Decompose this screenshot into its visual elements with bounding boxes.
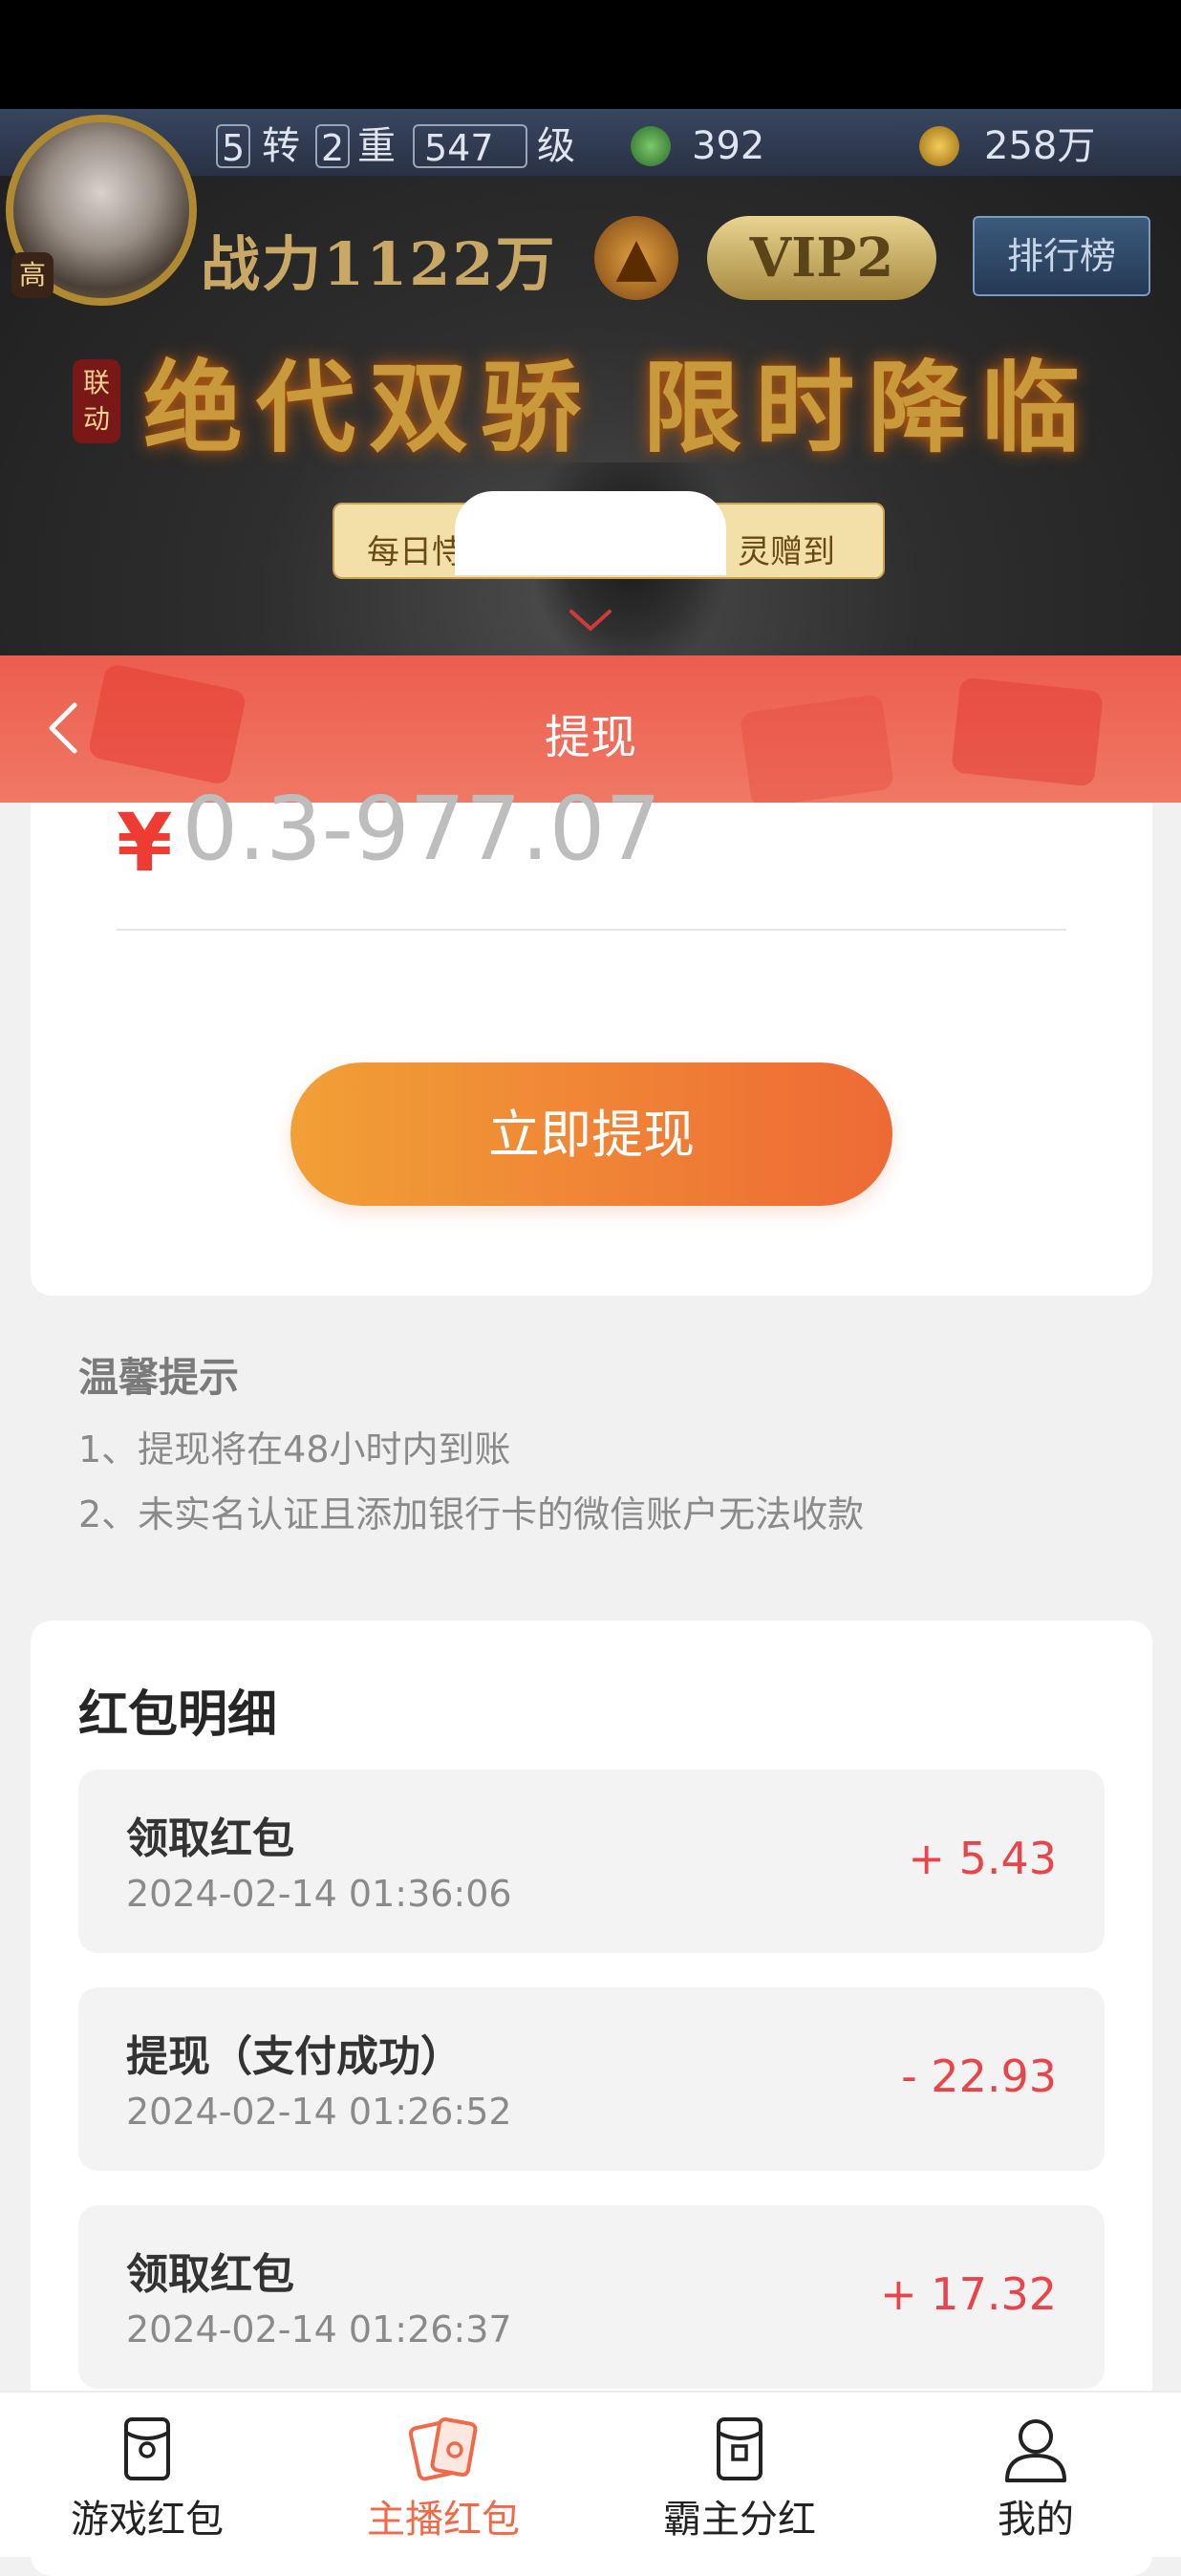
amount-placeholder: 0.3-977.07 bbox=[182, 785, 661, 880]
level-b-value: 2 bbox=[315, 124, 350, 169]
record-item[interactable]: 领取红包 2024-02-14 01:36:06 + 5.43 bbox=[78, 1770, 1105, 1953]
tip-item: 2、未实名认证且添加银行卡的微信账户无法收款 bbox=[78, 1493, 865, 1535]
event-badge[interactable]: 联动 bbox=[73, 359, 120, 443]
game-redpacket-icon bbox=[124, 2417, 170, 2480]
record-title: 领取红包 bbox=[126, 2250, 294, 2299]
tab-overlord-dividend[interactable]: 霸主分红 bbox=[596, 2393, 883, 2557]
tab-game-redpacket[interactable]: 游戏红包 bbox=[4, 2393, 290, 2557]
event-title: 绝代双骄 限时降临 bbox=[143, 349, 1094, 466]
level-c-unit: 级 bbox=[537, 124, 575, 168]
amount-divider bbox=[117, 929, 1066, 931]
level-b-unit: 重 bbox=[357, 124, 396, 168]
tab-streamer-redpacket[interactable]: 主播红包 bbox=[300, 2393, 587, 2557]
amount-input[interactable]: ¥ 0.3-977.07 bbox=[117, 785, 661, 881]
daily-strip-right: 灵赠到 bbox=[738, 533, 835, 571]
collapse-tab[interactable] bbox=[455, 491, 726, 575]
tab-label: 霸主分红 bbox=[663, 2498, 816, 2542]
bottom-tab-bar: 游戏红包 主播红包 霸主分红 我的 bbox=[0, 2391, 1181, 2557]
chevron-down-icon[interactable] bbox=[568, 608, 613, 634]
jade-count: 392 bbox=[692, 124, 765, 168]
page-title: 提现 bbox=[544, 711, 636, 764]
level-a-value: 5 bbox=[216, 124, 250, 169]
leaderboard-button[interactable]: 排行榜 bbox=[973, 216, 1150, 296]
user-icon bbox=[1005, 2419, 1066, 2482]
records-title: 红包明细 bbox=[78, 1686, 278, 1744]
tab-label: 游戏红包 bbox=[71, 2498, 224, 2542]
combat-power: 战力1122万 bbox=[201, 229, 557, 299]
tip-item: 1、提现将在48小时内到账 bbox=[78, 1428, 511, 1470]
vip-badge[interactable]: VIP2 bbox=[707, 216, 936, 300]
status-bar bbox=[0, 0, 1181, 109]
record-amount: + 17.32 bbox=[880, 2268, 1057, 2320]
power-up-icon[interactable]: ▲ bbox=[594, 216, 678, 300]
overlord-dividend-icon bbox=[717, 2417, 762, 2480]
record-title: 提现（支付成功） bbox=[126, 2032, 462, 2081]
record-item[interactable]: 领取红包 2024-02-14 01:26:37 + 17.32 bbox=[78, 2205, 1105, 2389]
record-time: 2024-02-14 01:26:52 bbox=[126, 2091, 512, 2133]
record-time: 2024-02-14 01:26:37 bbox=[126, 2308, 512, 2351]
daily-strip-left: 每日恃 bbox=[367, 533, 464, 571]
jade-icon bbox=[631, 126, 671, 166]
gold-count: 258万 bbox=[984, 124, 1096, 168]
tab-mine[interactable]: 我的 bbox=[892, 2393, 1179, 2557]
currency-symbol: ¥ bbox=[117, 796, 173, 881]
record-time: 2024-02-14 01:36:06 bbox=[126, 1873, 512, 1915]
streamer-redpacket-icon bbox=[408, 2417, 478, 2481]
record-item[interactable]: 提现（支付成功） 2024-02-14 01:26:52 - 22.93 bbox=[78, 1987, 1105, 2171]
game-banner[interactable]: 高 5 转 2 重 547 级 392 258万 战力1122万 ▲ VIP2 … bbox=[0, 109, 1181, 655]
tab-label: 我的 bbox=[998, 2498, 1074, 2542]
rank-badge: 高 bbox=[11, 252, 54, 298]
record-title: 领取红包 bbox=[126, 1814, 294, 1863]
tips-title: 温馨提示 bbox=[78, 1354, 240, 1401]
page-header: 提现 bbox=[0, 655, 1181, 803]
record-amount: + 5.43 bbox=[908, 1833, 1057, 1884]
level-a-unit: 转 bbox=[262, 124, 300, 168]
gold-icon bbox=[919, 126, 959, 166]
record-amount: - 22.93 bbox=[901, 2050, 1057, 2102]
withdraw-now-button[interactable]: 立即提现 bbox=[290, 1063, 892, 1206]
level-c-value: 547 bbox=[413, 124, 527, 169]
tab-label: 主播红包 bbox=[367, 2498, 520, 2542]
